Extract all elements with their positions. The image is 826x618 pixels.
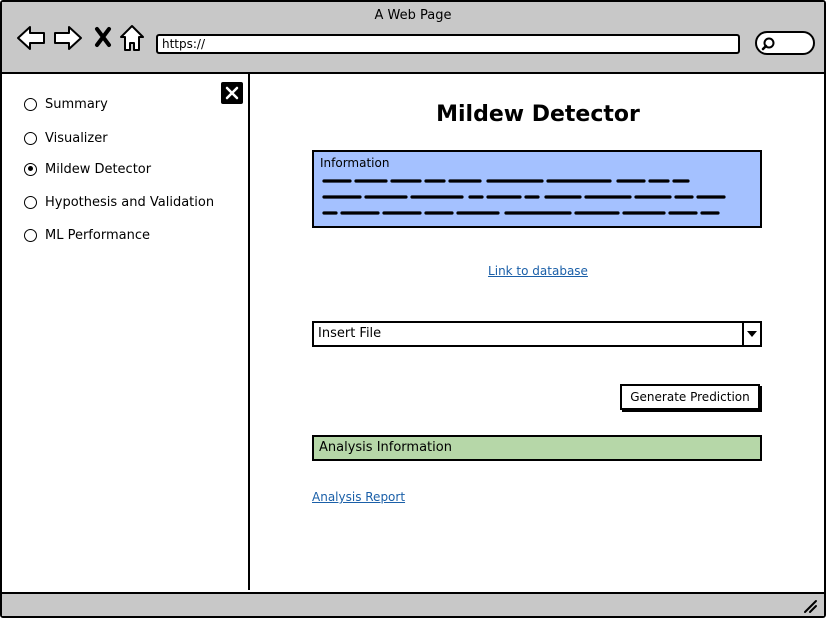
information-box: Information: [312, 150, 762, 228]
file-select-dropdown[interactable]: Insert File: [312, 321, 762, 347]
sidebar-item-mildew-detector[interactable]: Mildew Detector: [24, 160, 151, 178]
placeholder-text-scribble: [322, 179, 726, 215]
sidebar-item-ml-performance[interactable]: ML Performance: [24, 226, 150, 244]
database-link[interactable]: Link to database: [252, 264, 824, 278]
main-content: Mildew Detector Information Link to data…: [252, 74, 824, 590]
sidebar-item-label: Hypothesis and Validation: [45, 194, 215, 210]
window-title: A Web Page: [374, 8, 452, 23]
status-bar: [2, 592, 824, 616]
radio-button[interactable]: [24, 97, 37, 111]
browser-toolbar: A Web Page https://: [2, 2, 824, 74]
sidebar-item-summary[interactable]: Summary: [24, 95, 108, 113]
chevron-down-icon: [747, 331, 757, 337]
sidebar-item-visualizer[interactable]: Visualizer: [24, 129, 108, 147]
file-select-value: Insert File: [318, 326, 382, 341]
close-sidebar-button[interactable]: [221, 82, 243, 104]
forward-arrow-icon[interactable]: [53, 24, 83, 52]
sidebar: Summary Visualizer Mildew Detector Hypot…: [2, 74, 250, 590]
back-arrow-icon[interactable]: [16, 24, 46, 52]
database-link-text[interactable]: Link to database: [488, 264, 588, 278]
url-input[interactable]: https://: [156, 34, 740, 54]
radio-button[interactable]: [24, 195, 37, 209]
close-icon: [225, 86, 239, 100]
page-title: Mildew Detector: [436, 102, 640, 127]
home-icon[interactable]: [119, 24, 145, 52]
analysis-information-box: Analysis Information: [312, 435, 762, 461]
generate-prediction-button[interactable]: Generate Prediction: [620, 384, 760, 410]
stop-close-icon[interactable]: [94, 26, 112, 48]
search-icon: [761, 37, 775, 51]
analysis-report-link[interactable]: Analysis Report: [312, 490, 405, 504]
sidebar-item-label: Mildew Detector: [45, 161, 152, 177]
radio-button-selected[interactable]: [24, 162, 37, 176]
dropdown-toggle[interactable]: [742, 323, 760, 345]
sidebar-item-label: Visualizer: [45, 130, 108, 146]
sidebar-item-hypothesis[interactable]: Hypothesis and Validation: [24, 193, 214, 211]
radio-button[interactable]: [24, 131, 37, 145]
resize-grip-icon[interactable]: [802, 598, 818, 614]
browser-search-field[interactable]: [755, 31, 815, 55]
sidebar-item-label: ML Performance: [45, 227, 150, 243]
information-heading: Information: [320, 156, 390, 170]
browser-window: A Web Page https:// Summary Visualizer M…: [0, 0, 826, 618]
sidebar-item-label: Summary: [45, 96, 108, 112]
radio-button[interactable]: [24, 228, 37, 242]
